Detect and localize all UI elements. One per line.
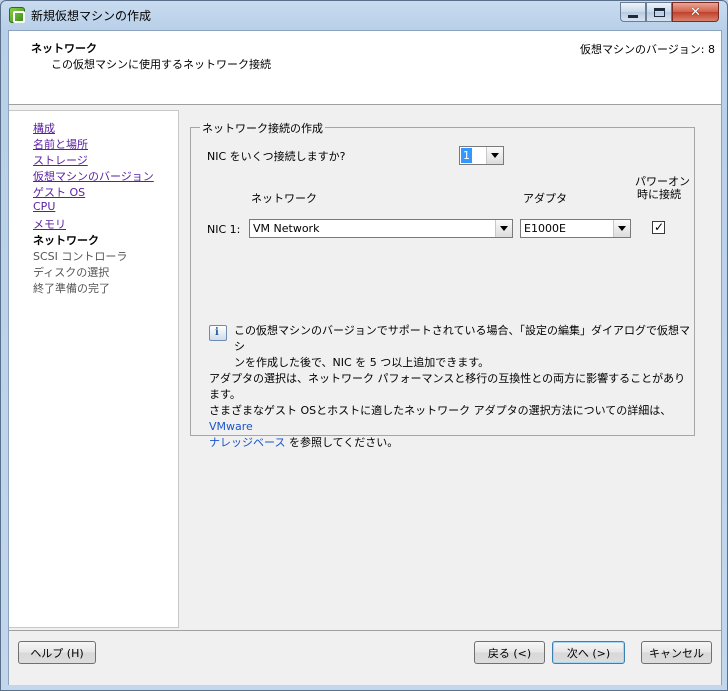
nic-count-value: 1 [461, 148, 472, 163]
network-settings-panel: ネットワーク接続の作成 NIC をいくつ接続しますか? 1 ネットワーク アダプ… [181, 110, 721, 628]
column-header-power-on: パワーオン 時に接続 [635, 175, 690, 201]
nav-step-ready-to-complete: 終了準備の完了 [33, 282, 110, 295]
maximize-icon [653, 7, 665, 17]
back-button[interactable]: 戻る (<) [474, 641, 545, 664]
nic-count-select[interactable]: 1 [459, 146, 504, 165]
chevron-down-icon[interactable] [613, 220, 630, 237]
vmware-link-part1[interactable]: VMware [209, 420, 253, 433]
dialog-window: 新規仮想マシンの作成 ✕ ネットワーク この仮想マシンに使用するネットワーク接続… [0, 0, 728, 691]
column-header-adapter: アダプタ [523, 192, 567, 205]
nav-step-vm-version[interactable]: 仮想マシンのバージョン [33, 168, 154, 184]
nav-step-storage[interactable]: ストレージ [33, 152, 88, 168]
page-title: ネットワーク [31, 42, 97, 55]
nav-step-memory[interactable]: メモリ [33, 216, 66, 232]
vm-version-label: 仮想マシンのバージョン: 8 [580, 43, 715, 56]
nic1-adapter-value: E1000E [524, 222, 566, 235]
info-line-1: この仮想マシンのバージョンでサポートされている場合、「設定の編集」ダイアログで仮… [234, 324, 690, 353]
nav-step-configuration[interactable]: 構成 [33, 120, 55, 136]
info-icon: i [209, 325, 227, 341]
checkmark-icon: ✓ [654, 220, 665, 234]
chevron-down-icon[interactable] [486, 147, 503, 164]
chevron-down-icon[interactable] [495, 220, 512, 237]
nic1-network-select[interactable]: VM Network [249, 219, 513, 238]
nav-step-guest-os[interactable]: ゲスト OS [33, 184, 85, 200]
help-button[interactable]: ヘルプ (H) [18, 641, 96, 664]
adapter-line-1: アダプタの選択は、ネットワーク パフォーマンスと移行の互換性との両方に影響するこ… [209, 372, 686, 401]
window-title: 新規仮想マシンの作成 [31, 9, 152, 23]
nic1-label: NIC 1: [207, 223, 241, 236]
nav-step-cpu[interactable]: CPU [33, 200, 55, 213]
power-on-line2: 時に接続 [637, 188, 681, 201]
dialog-client-area: ネットワーク この仮想マシンに使用するネットワーク接続 仮想マシンのバージョン:… [8, 30, 722, 685]
vsphere-app-icon [9, 7, 25, 23]
close-button[interactable]: ✕ [672, 2, 719, 22]
nav-step-select-disk: ディスクの選択 [33, 266, 110, 279]
power-on-line1: パワーオン [635, 175, 690, 188]
wizard-header: ネットワーク この仮想マシンに使用するネットワーク接続 仮想マシンのバージョン:… [9, 31, 721, 105]
group-title: ネットワーク接続の作成 [200, 120, 325, 136]
column-header-network: ネットワーク [251, 192, 317, 205]
title-bar[interactable]: 新規仮想マシンの作成 ✕ [1, 1, 727, 29]
nav-step-scsi-controller: SCSI コントローラ [33, 250, 128, 263]
adapter-line-2: さまざまなゲスト OSとホストに適したネットワーク アダプタの選択方法についての… [209, 403, 694, 435]
minimize-icon [628, 14, 638, 18]
adapter-line-3: ナレッジベース を参照してください。 [209, 435, 694, 451]
minimize-button[interactable] [620, 2, 646, 22]
wizard-steps-nav: 構成 名前と場所 ストレージ 仮想マシンのバージョン ゲスト OS CPU メモ… [9, 110, 179, 628]
maximize-button[interactable] [646, 2, 672, 22]
info-message: この仮想マシンのバージョンでサポートされている場合、「設定の編集」ダイアログで仮… [234, 323, 694, 371]
cancel-button[interactable]: キャンセル [641, 641, 712, 664]
close-icon: ✕ [690, 4, 701, 20]
page-subtitle: この仮想マシンに使用するネットワーク接続 [51, 58, 271, 71]
nic1-connect-at-power-on-checkbox[interactable]: ✓ [652, 220, 665, 234]
info-line-2: ンを作成した後で、NIC を 5 つ以上追加できます。 [234, 356, 490, 369]
network-connection-group: ネットワーク接続の作成 NIC をいくつ接続しますか? 1 ネットワーク アダプ… [190, 120, 695, 449]
nic-count-question: NIC をいくつ接続しますか? [207, 150, 346, 163]
knowledge-base-link[interactable]: ナレッジベース [209, 436, 285, 449]
nic1-adapter-select[interactable]: E1000E [520, 219, 631, 238]
wizard-body: 構成 名前と場所 ストレージ 仮想マシンのバージョン ゲスト OS CPU メモ… [9, 105, 721, 630]
nic1-network-value: VM Network [253, 222, 320, 235]
nav-step-name-location[interactable]: 名前と場所 [33, 136, 88, 152]
adapter-line-3-suffix: を参照してください。 [285, 436, 399, 449]
nav-step-network: ネットワーク [33, 234, 99, 247]
adapter-help-text: アダプタの選択は、ネットワーク パフォーマンスと移行の互換性との両方に影響するこ… [209, 371, 694, 451]
wizard-footer: ヘルプ (H) 戻る (<) 次へ (>) キャンセル [9, 630, 721, 685]
adapter-line-2-text: さまざまなゲスト OSとホストに適したネットワーク アダプタの選択方法についての… [209, 404, 672, 417]
next-button[interactable]: 次へ (>) [552, 641, 625, 664]
